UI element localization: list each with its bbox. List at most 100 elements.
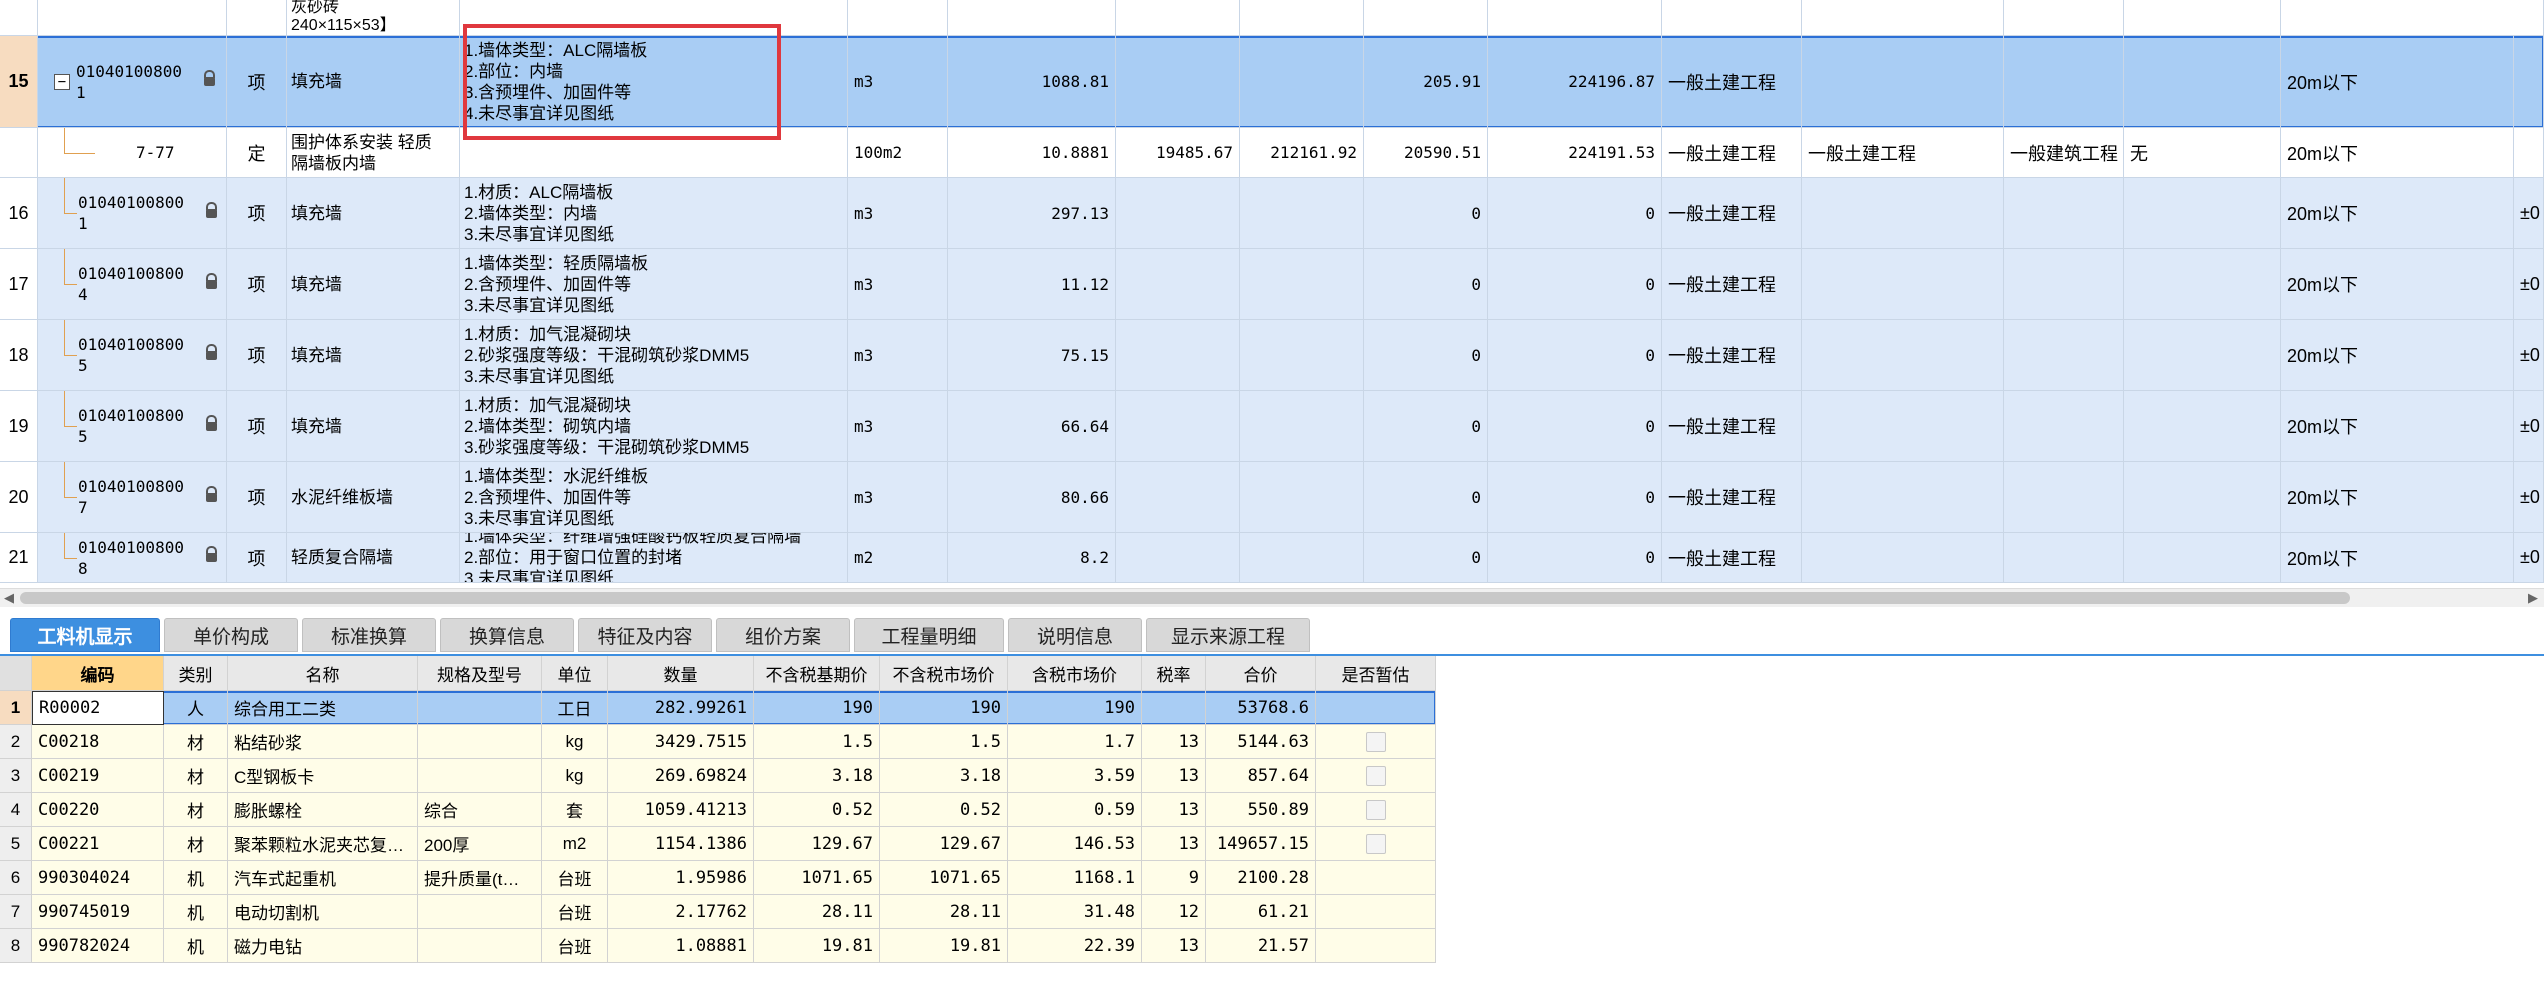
- tail-cell[interactable]: ±0: [2514, 533, 2544, 583]
- profession3-cell[interactable]: [2004, 391, 2124, 462]
- provisional-checkbox[interactable]: [1365, 833, 1386, 854]
- profession-cell[interactable]: 一般土建工程: [1662, 249, 1802, 320]
- p3-cell[interactable]: 1.7: [1008, 725, 1142, 759]
- tail-cell[interactable]: ±0: [2514, 320, 2544, 391]
- spec-cell[interactable]: [418, 691, 542, 725]
- type-cell[interactable]: 项: [227, 178, 287, 249]
- total-header[interactable]: 合价: [1206, 656, 1316, 691]
- table-row[interactable]: 18 01040100800 5 项填充墙 1.材质：加气混凝砌块 2.砂浆强度等级：…: [0, 320, 2544, 391]
- cat-cell[interactable]: 机: [164, 929, 228, 963]
- cat-cell[interactable]: 材: [164, 827, 228, 861]
- tax-cell[interactable]: [1142, 691, 1206, 725]
- type-cell[interactable]: 项: [227, 533, 287, 583]
- profession2-cell[interactable]: [1802, 249, 2004, 320]
- quantity-cell[interactable]: 297.13: [948, 178, 1116, 249]
- spec-cell[interactable]: [418, 725, 542, 759]
- total-price-cell[interactable]: [1240, 249, 1364, 320]
- spec-cell[interactable]: 提升质量(t…: [418, 861, 542, 895]
- provisional-cell[interactable]: [1316, 827, 1436, 861]
- composite-total-cell[interactable]: 0: [1488, 178, 1662, 249]
- horizontal-scrollbar[interactable]: ◀ ▶: [0, 588, 2544, 607]
- quantity-cell[interactable]: 66.64: [948, 391, 1116, 462]
- name-cell[interactable]: 聚苯颗粒水泥夹芯复…: [228, 827, 418, 861]
- p3-cell[interactable]: 22.39: [1008, 929, 1142, 963]
- type-cell[interactable]: 定: [227, 128, 287, 178]
- profession3-cell[interactable]: [2004, 249, 2124, 320]
- height-cell[interactable]: 20m以下: [2281, 462, 2514, 533]
- code-cell[interactable]: 01040100800 1: [38, 178, 227, 249]
- composite-total-cell[interactable]: 0: [1488, 391, 1662, 462]
- type-cell[interactable]: 项: [227, 36, 287, 128]
- qty-cell[interactable]: 269.69824: [608, 759, 754, 793]
- profession3-cell[interactable]: [2004, 462, 2124, 533]
- p2-cell[interactable]: 1.5: [880, 725, 1008, 759]
- tab-4[interactable]: 换算信息: [440, 618, 574, 652]
- tax-cell[interactable]: 13: [1142, 929, 1206, 963]
- unit-price-cell[interactable]: [1116, 36, 1240, 128]
- profession2-cell[interactable]: [1802, 36, 2004, 128]
- features-cell[interactable]: 1.材质：加气混凝砌块 2.砂浆强度等级：干混砌筑砂浆DMM5 3.未尽事宜详见…: [460, 320, 848, 391]
- p1-cell[interactable]: 28.11: [754, 895, 880, 929]
- cat-cell[interactable]: 材: [164, 793, 228, 827]
- row-number[interactable]: 5: [0, 827, 32, 861]
- p1-cell[interactable]: 129.67: [754, 827, 880, 861]
- profession3-cell[interactable]: [2004, 320, 2124, 391]
- resource-row[interactable]: 3 C00219 材 C型钢板卡 kg 269.69824 3.18 3.18 3.59 13 85…: [0, 759, 1436, 793]
- profession-cell[interactable]: 一般土建工程: [1662, 128, 1802, 178]
- type-cell[interactable]: 项: [227, 320, 287, 391]
- name-cell[interactable]: 膨胀螺栓: [228, 793, 418, 827]
- code-cell[interactable]: 01040100800 7: [38, 462, 227, 533]
- provisional-cell[interactable]: [1316, 691, 1436, 725]
- flag-cell[interactable]: [2124, 533, 2281, 583]
- name-cell[interactable]: 填充墙: [287, 36, 460, 128]
- tax-cell[interactable]: 9: [1142, 861, 1206, 895]
- tax-cell[interactable]: 13: [1142, 827, 1206, 861]
- profession-cell[interactable]: 一般土建工程: [1662, 178, 1802, 249]
- quantity-header[interactable]: 数量: [608, 656, 754, 691]
- market-price-header[interactable]: 不含税市场价: [880, 656, 1008, 691]
- profession-cell[interactable]: 一般土建工程: [1662, 533, 1802, 583]
- tab-5[interactable]: 特征及内容: [578, 618, 712, 652]
- provisional-cell[interactable]: [1316, 895, 1436, 929]
- cat-cell[interactable]: 材: [164, 725, 228, 759]
- total-cell[interactable]: 5144.63: [1206, 725, 1316, 759]
- cat-cell[interactable]: 人: [164, 691, 228, 725]
- name-cell[interactable]: 磁力电钻: [228, 929, 418, 963]
- composite-total-cell[interactable]: 0: [1488, 533, 1662, 583]
- row-index[interactable]: 20: [0, 462, 38, 533]
- composite-price-cell[interactable]: 0: [1364, 178, 1488, 249]
- composite-price-cell[interactable]: 0: [1364, 320, 1488, 391]
- name-cell[interactable]: 综合用工二类: [228, 691, 418, 725]
- features-cell[interactable]: 1.墙体类型：轻质隔墙板 2.含预埋件、加固件等 3.未尽事宜详见图纸: [460, 249, 848, 320]
- code-cell[interactable]: C00219: [32, 759, 164, 793]
- table-row[interactable]: 16 01040100800 1 项填充墙 1.材质：ALC隔墙板 2.墙体类型：内墙…: [0, 178, 2544, 249]
- spec-cell[interactable]: 200厚: [418, 827, 542, 861]
- row-index[interactable]: 15: [0, 36, 38, 128]
- p2-cell[interactable]: 0.52: [880, 793, 1008, 827]
- composite-price-cell[interactable]: 0: [1364, 462, 1488, 533]
- profession3-cell[interactable]: [2004, 178, 2124, 249]
- tail-cell[interactable]: [2514, 128, 2544, 178]
- unit-cell[interactable]: m3: [848, 249, 948, 320]
- p3-cell[interactable]: 146.53: [1008, 827, 1142, 861]
- row-index[interactable]: 16: [0, 178, 38, 249]
- composite-total-cell[interactable]: 224196.87: [1488, 36, 1662, 128]
- quantity-cell[interactable]: 10.8881: [948, 128, 1116, 178]
- total-cell[interactable]: 149657.15: [1206, 827, 1316, 861]
- flag-cell[interactable]: [2124, 36, 2281, 128]
- provisional-cell[interactable]: [1316, 861, 1436, 895]
- code-cell[interactable]: 990304024: [32, 861, 164, 895]
- tail-cell[interactable]: [2514, 36, 2544, 128]
- unit-cell[interactable]: 套: [542, 793, 608, 827]
- flag-cell[interactable]: 无: [2124, 128, 2281, 178]
- p1-cell[interactable]: 190: [754, 691, 880, 725]
- unit-cell[interactable]: m3: [848, 462, 948, 533]
- tax-cell[interactable]: 13: [1142, 759, 1206, 793]
- flag-cell[interactable]: [2124, 320, 2281, 391]
- features-cell[interactable]: 1.材质：加气混凝砌块 2.墙体类型：砌筑内墙 3.砂浆强度等级：干混砌筑砂浆D…: [460, 391, 848, 462]
- profession3-cell[interactable]: 一般建筑工程: [2004, 128, 2124, 178]
- row-number[interactable]: 2: [0, 725, 32, 759]
- row-number[interactable]: 4: [0, 793, 32, 827]
- row-index[interactable]: 19: [0, 391, 38, 462]
- tab-8[interactable]: 说明信息: [1008, 618, 1142, 652]
